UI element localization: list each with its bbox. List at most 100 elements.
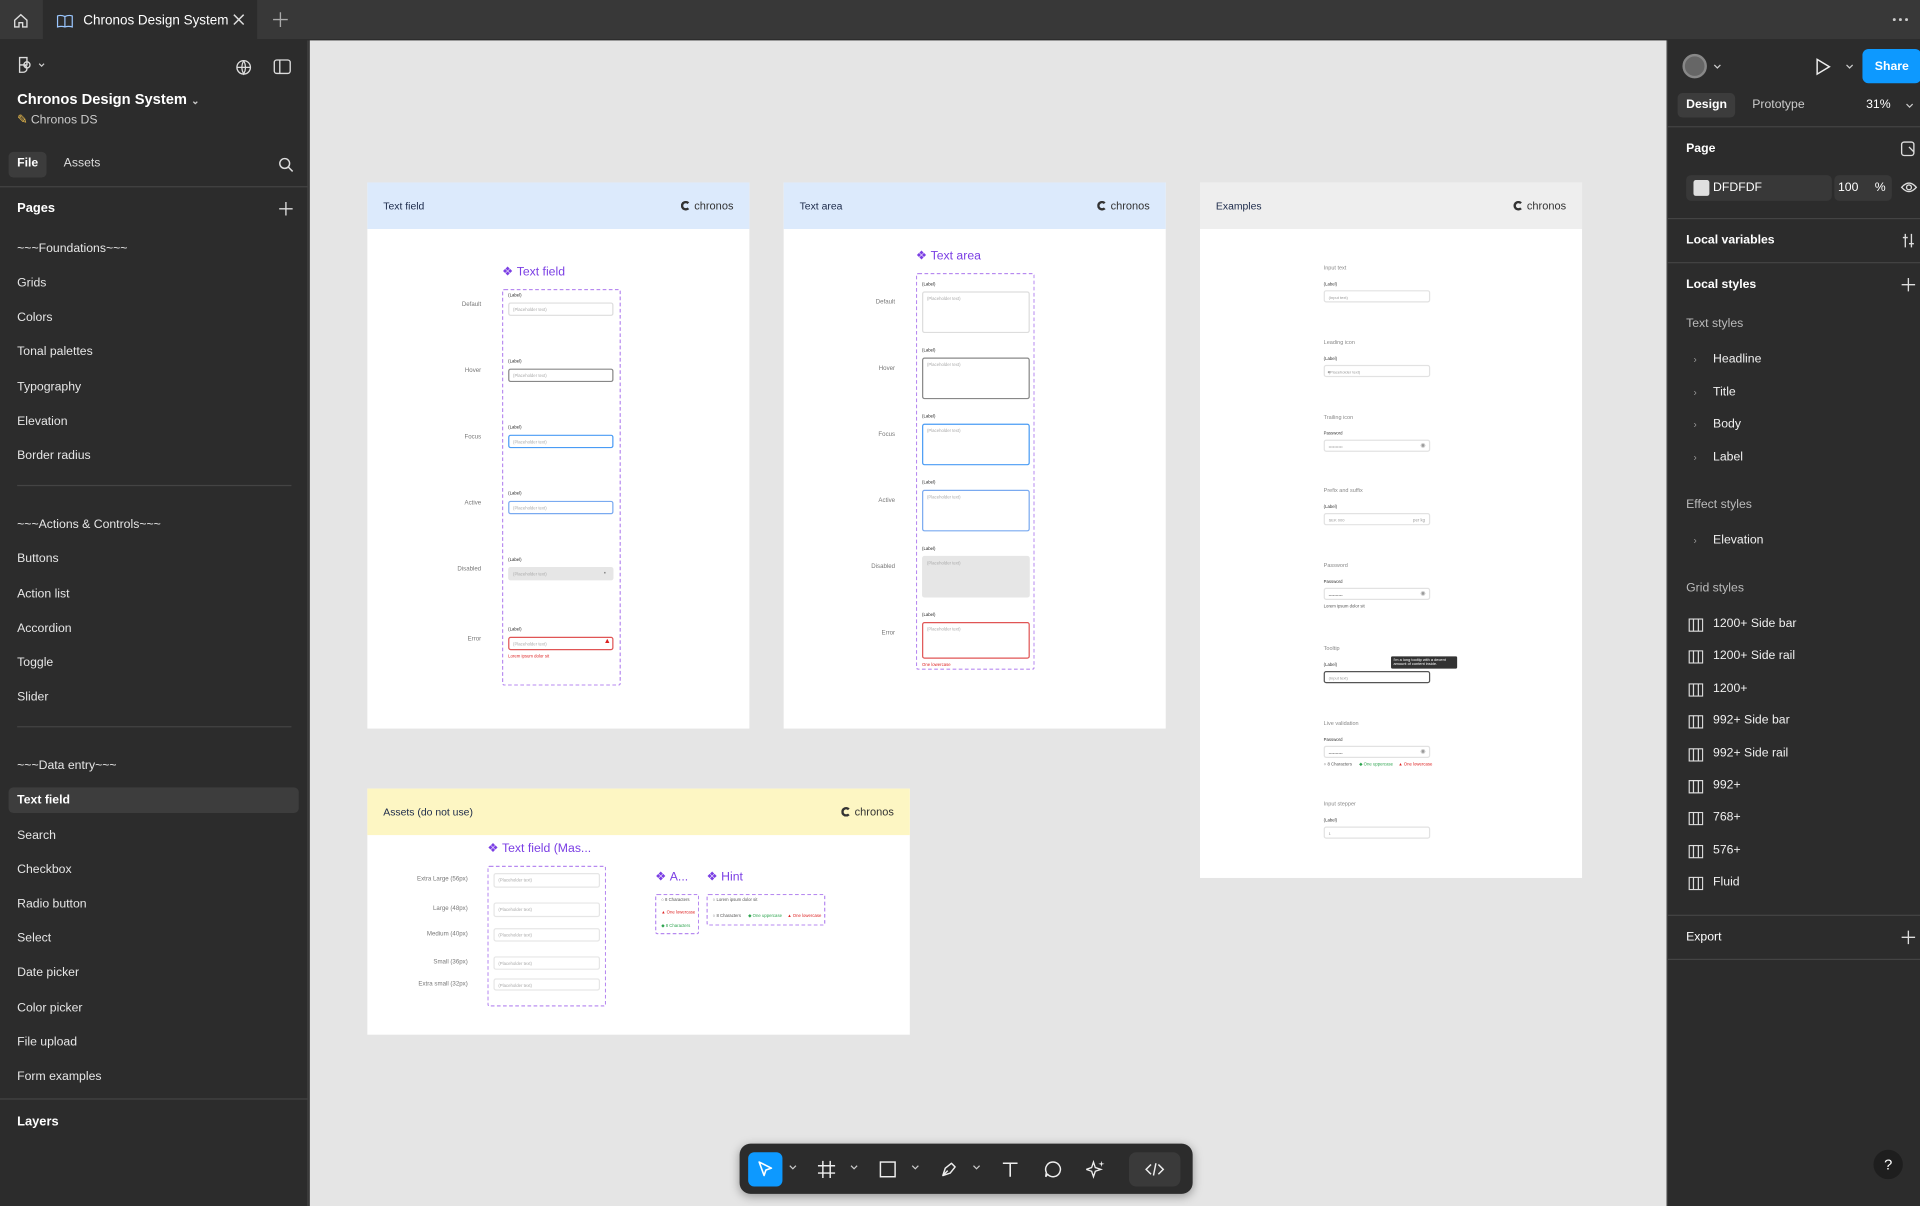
page-item[interactable]: Form examples — [9, 1064, 299, 1090]
grid-style-item[interactable]: 1200+ Side rail — [1713, 649, 1795, 662]
file-tab[interactable]: Chronos Design System — [42, 0, 258, 41]
design-canvas[interactable]: Text field chronos ❖ Text field Default (L… — [309, 40, 1667, 1206]
text-field-frame[interactable]: Text field chronos ❖ Text field Default (L… — [367, 182, 750, 729]
textarea-input[interactable]: (Placeholder text) — [922, 489, 1030, 532]
example-input[interactable]: •••••••••• — [1323, 745, 1431, 758]
page-item[interactable]: Slider — [9, 684, 299, 710]
comment-tool-button[interactable] — [1036, 1152, 1070, 1186]
page-opacity-field[interactable]: 100 % — [1834, 175, 1892, 201]
page-item[interactable]: Grids — [9, 271, 299, 297]
examples-frame[interactable]: Examples chronos Input text (Label) (Input… — [1200, 182, 1583, 878]
assets-frame[interactable]: Assets (do not use) chronos ❖ Text field … — [367, 788, 910, 1035]
size-input[interactable]: (Placeholder text) — [493, 956, 601, 970]
tab-assets[interactable]: Assets — [55, 152, 109, 178]
text-tool-button[interactable] — [993, 1152, 1027, 1186]
chevron-down-icon[interactable] — [850, 1164, 859, 1170]
size-input[interactable]: (Placeholder text) — [493, 928, 601, 942]
zoom-level[interactable]: 31% — [1866, 98, 1891, 111]
textarea-input[interactable]: (Placeholder text) — [922, 357, 1030, 400]
size-input[interactable]: (Placeholder text) — [493, 978, 601, 991]
page-item[interactable]: Text field — [8, 787, 299, 814]
page-item[interactable]: ~~~Foundations~~~ — [9, 236, 299, 262]
search-icon[interactable] — [278, 157, 294, 173]
textarea-input[interactable]: (Placeholder text) — [922, 291, 1030, 334]
actions-tool-button[interactable] — [1079, 1152, 1113, 1186]
text-input[interactable]: (Placeholder text) — [508, 566, 614, 581]
text-input[interactable]: (Placeholder text) — [508, 500, 614, 515]
example-input[interactable]: 1 — [1323, 826, 1431, 839]
text-style-item[interactable]: Label — [1713, 450, 1743, 463]
text-input[interactable]: (Placeholder text) — [508, 636, 614, 651]
page-item[interactable]: Buttons — [9, 546, 299, 572]
page-item[interactable]: ~~~Actions & Controls~~~ — [9, 512, 299, 538]
page-item[interactable]: Elevation — [9, 409, 299, 435]
frame-tool-button[interactable] — [809, 1152, 843, 1186]
text-input[interactable]: (Placeholder text) — [508, 434, 614, 449]
play-icon[interactable] — [1815, 58, 1832, 76]
example-input[interactable]: (Input text) — [1323, 671, 1431, 684]
color-swatch[interactable] — [1693, 180, 1710, 196]
page-item[interactable]: Date picker — [9, 960, 299, 986]
chevron-right-icon[interactable]: › — [1693, 354, 1696, 365]
more-options-icon[interactable] — [1891, 11, 1911, 28]
tab-file[interactable]: File — [8, 151, 47, 178]
project-name[interactable]: ✎ Chronos DS — [17, 114, 97, 127]
grid-style-item[interactable]: 1200+ Side bar — [1713, 617, 1796, 630]
tab-prototype[interactable]: Prototype — [1744, 93, 1814, 117]
page-item[interactable]: Color picker — [9, 996, 299, 1022]
page-item[interactable]: ~~~Data entry~~~ — [9, 753, 299, 779]
add-style-icon[interactable] — [1900, 277, 1916, 293]
file-name[interactable]: Chronos Design System ⌄ — [17, 91, 199, 108]
home-button[interactable] — [0, 0, 42, 40]
chevron-down-icon[interactable] — [1713, 64, 1722, 70]
grid-style-item[interactable]: 1200+ — [1713, 682, 1747, 695]
chevron-down-icon[interactable] — [972, 1164, 981, 1170]
chevron-down-icon[interactable] — [911, 1164, 920, 1170]
size-input[interactable]: (Placeholder text) — [493, 902, 601, 917]
avatar[interactable] — [1682, 53, 1707, 79]
chevron-down-icon[interactable] — [1845, 64, 1854, 70]
page-item[interactable]: Action list — [9, 582, 299, 608]
new-tab-icon[interactable] — [272, 11, 289, 28]
grid-style-item[interactable]: Fluid — [1713, 876, 1740, 889]
textarea-input[interactable]: (Placeholder text) — [922, 423, 1030, 466]
page-item[interactable]: Checkbox — [9, 857, 299, 883]
grid-style-item[interactable]: 768+ — [1713, 811, 1741, 824]
page-item[interactable]: Tonal palettes — [9, 339, 299, 365]
dev-mode-toggle[interactable] — [1128, 1152, 1181, 1187]
example-input[interactable]: (Placeholder text) — [1323, 364, 1431, 378]
grid-style-item[interactable]: 576+ — [1713, 843, 1741, 856]
example-input[interactable]: •••••••••• — [1323, 587, 1431, 601]
page-item[interactable]: Select — [9, 926, 299, 952]
textarea-input[interactable]: (Placeholder text) — [922, 555, 1030, 598]
page-color-field[interactable]: DFDFDF — [1686, 175, 1832, 201]
text-style-item[interactable]: Title — [1713, 385, 1736, 398]
grid-style-item[interactable]: 992+ — [1713, 779, 1741, 792]
page-item[interactable]: File upload — [9, 1030, 299, 1056]
add-page-icon[interactable] — [278, 201, 294, 217]
main-menu-button[interactable] — [17, 56, 46, 73]
close-icon[interactable] — [231, 12, 246, 27]
example-input[interactable]: (Input text) — [1323, 290, 1431, 303]
text-style-item[interactable]: Body — [1713, 418, 1741, 431]
chevron-right-icon[interactable]: › — [1693, 535, 1696, 546]
page-item[interactable]: Radio button — [9, 891, 299, 917]
text-area-frame[interactable]: Text area chronos ❖ Text area Default (Lab… — [783, 182, 1166, 729]
effect-style-item[interactable]: Elevation — [1713, 534, 1763, 547]
textarea-input[interactable]: (Placeholder text) — [922, 622, 1030, 659]
page-item[interactable]: Typography — [9, 375, 299, 401]
move-tool-button[interactable] — [748, 1152, 783, 1187]
page-item[interactable]: Search — [9, 823, 299, 849]
local-variables[interactable]: Local variables — [1686, 234, 1774, 247]
pen-tool-button[interactable] — [932, 1152, 966, 1186]
page-settings-icon[interactable] — [1900, 141, 1916, 157]
page-item[interactable]: Toggle — [9, 650, 299, 676]
size-input[interactable]: (Placeholder text) — [493, 873, 601, 888]
tab-design[interactable]: Design — [1677, 93, 1736, 118]
chevron-down-icon[interactable] — [789, 1164, 798, 1170]
page-item[interactable]: Border radius — [9, 443, 299, 469]
chevron-right-icon[interactable]: › — [1693, 451, 1696, 462]
chevron-down-icon[interactable] — [1905, 103, 1914, 109]
share-button[interactable]: Share — [1862, 48, 1920, 84]
add-export-icon[interactable] — [1900, 929, 1916, 945]
